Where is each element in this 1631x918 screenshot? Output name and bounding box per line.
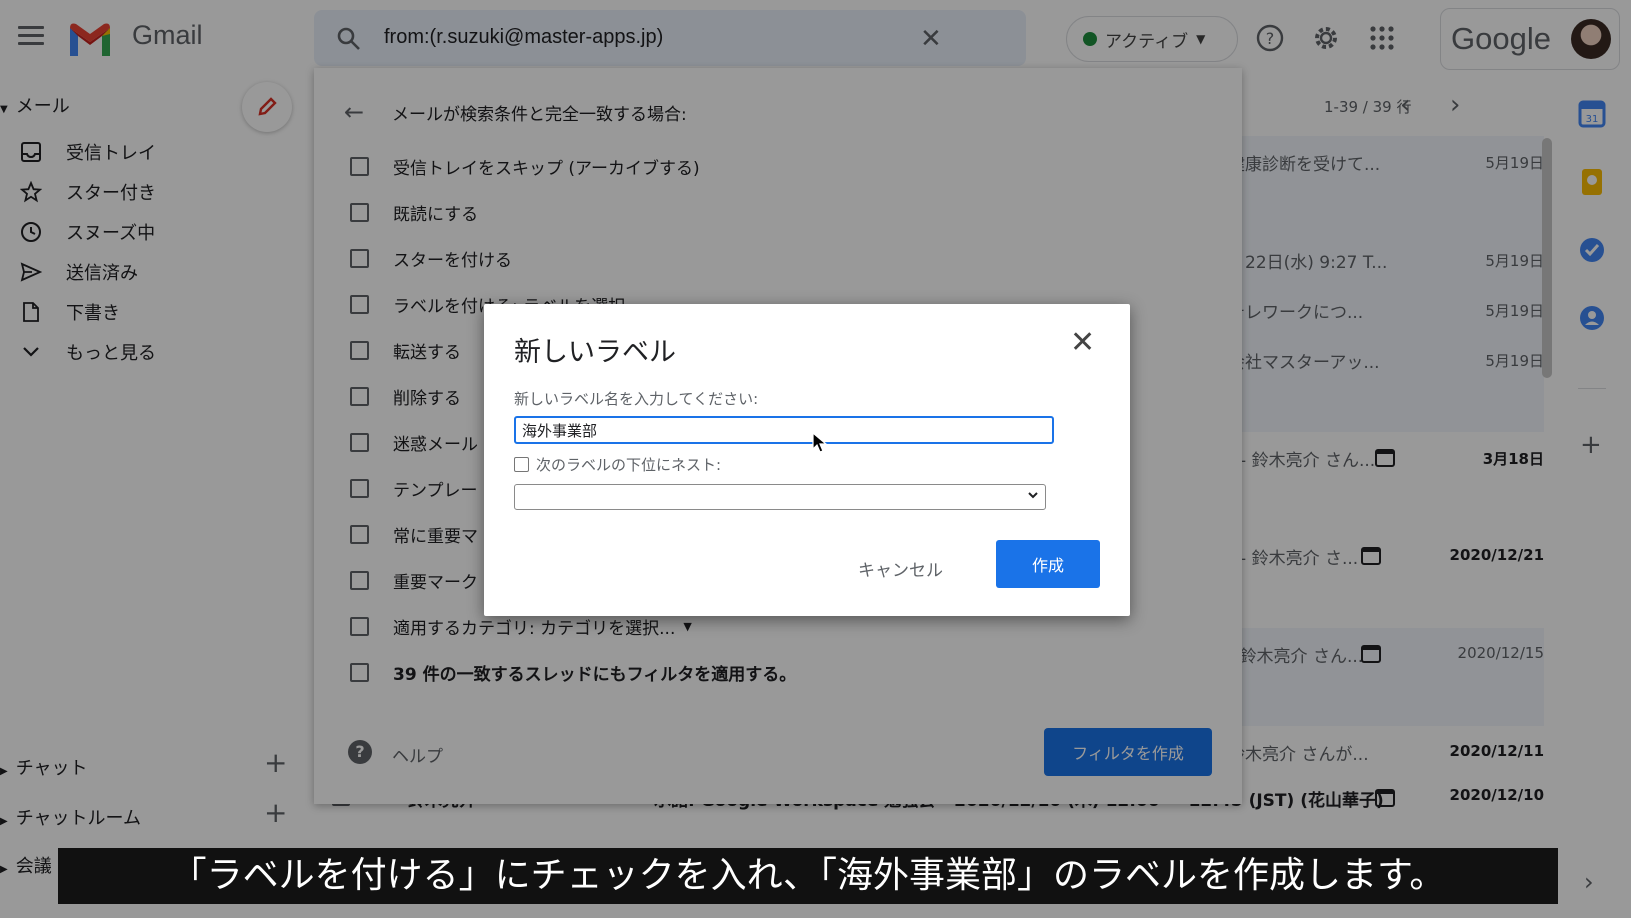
label-name-prompt: 新しいラベル名を入力してください: <box>514 390 759 408</box>
nest-label-row[interactable]: 次のラベルの下位にネスト: <box>514 454 721 475</box>
cancel-button[interactable]: キャンセル <box>858 556 943 581</box>
new-label-dialog: 新しいラベル ✕ 新しいラベル名を入力してください: 次のラベルの下位にネスト:… <box>484 304 1130 616</box>
nest-label-text: 次のラベルの下位にネスト: <box>536 456 722 474</box>
close-icon[interactable]: ✕ <box>1070 328 1095 358</box>
nest-checkbox[interactable] <box>514 457 529 472</box>
mouse-cursor-icon <box>812 432 828 453</box>
chevron-down-icon <box>1028 492 1038 499</box>
video-subtitle: 「ラベルを付ける」にチェックを入れ、「海外事業部」のラベルを作成します。 <box>58 848 1558 904</box>
label-name-input[interactable] <box>514 416 1054 444</box>
parent-label-select[interactable] <box>514 484 1046 510</box>
dialog-title: 新しいラベル <box>514 337 676 368</box>
create-label-button[interactable]: 作成 <box>996 540 1100 588</box>
